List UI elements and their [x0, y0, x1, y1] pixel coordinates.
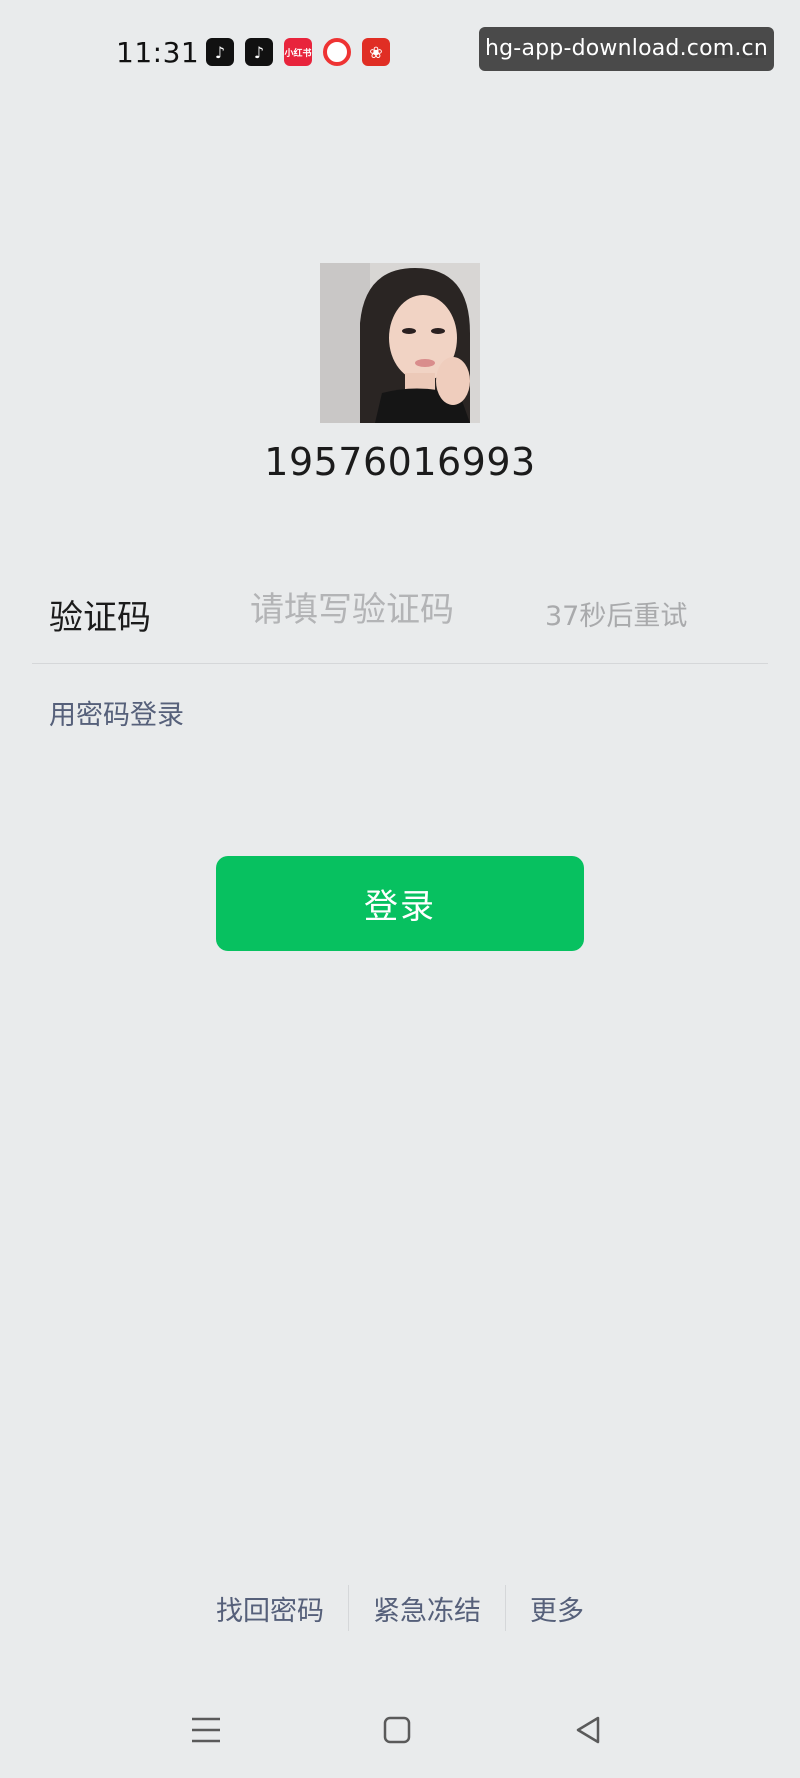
recover-password-link[interactable]: 找回密码: [192, 1589, 348, 1628]
xiaohongshu-icon-text: 小红书: [284, 48, 312, 59]
password-login-link[interactable]: 用密码登录: [49, 693, 184, 732]
notification-icons: ♪ ♪ 小红书 ❀: [206, 38, 390, 66]
bottom-links: 找回密码 紧急冻结 更多: [0, 1585, 800, 1631]
circle-app-icon: [323, 38, 351, 66]
emergency-freeze-link[interactable]: 紧急冻结: [349, 1589, 505, 1628]
pinduoduo-icon: ❀: [362, 38, 390, 66]
verification-code-input[interactable]: [250, 580, 520, 640]
back-nav-button[interactable]: [558, 1700, 618, 1760]
tiktok-icon: ♪: [206, 38, 234, 66]
more-link[interactable]: 更多: [506, 1589, 608, 1628]
watermark: hg-app-download.com.cn: [479, 27, 774, 71]
menu-nav-button[interactable]: [176, 1700, 236, 1760]
verification-code-row: 验证码 37秒后重试: [0, 580, 800, 640]
input-divider: [32, 663, 768, 664]
home-nav-button[interactable]: [367, 1700, 427, 1760]
login-button[interactable]: 登录: [216, 856, 584, 951]
account-phone-number: 19576016993: [264, 440, 536, 484]
avatar-image: [320, 263, 480, 423]
navigation-bar: [0, 1700, 800, 1760]
avatar: [320, 263, 480, 423]
tiktok-lite-icon: ♪: [245, 38, 273, 66]
status-time: 11:31: [116, 36, 200, 69]
back-triangle-icon: [576, 1716, 600, 1744]
home-square-icon: [383, 1716, 411, 1744]
menu-icon: [192, 1717, 220, 1743]
xiaohongshu-icon: 小红书: [284, 38, 312, 66]
verification-code-label: 验证码: [49, 598, 151, 638]
resend-countdown: 37秒后重试: [545, 601, 688, 632]
